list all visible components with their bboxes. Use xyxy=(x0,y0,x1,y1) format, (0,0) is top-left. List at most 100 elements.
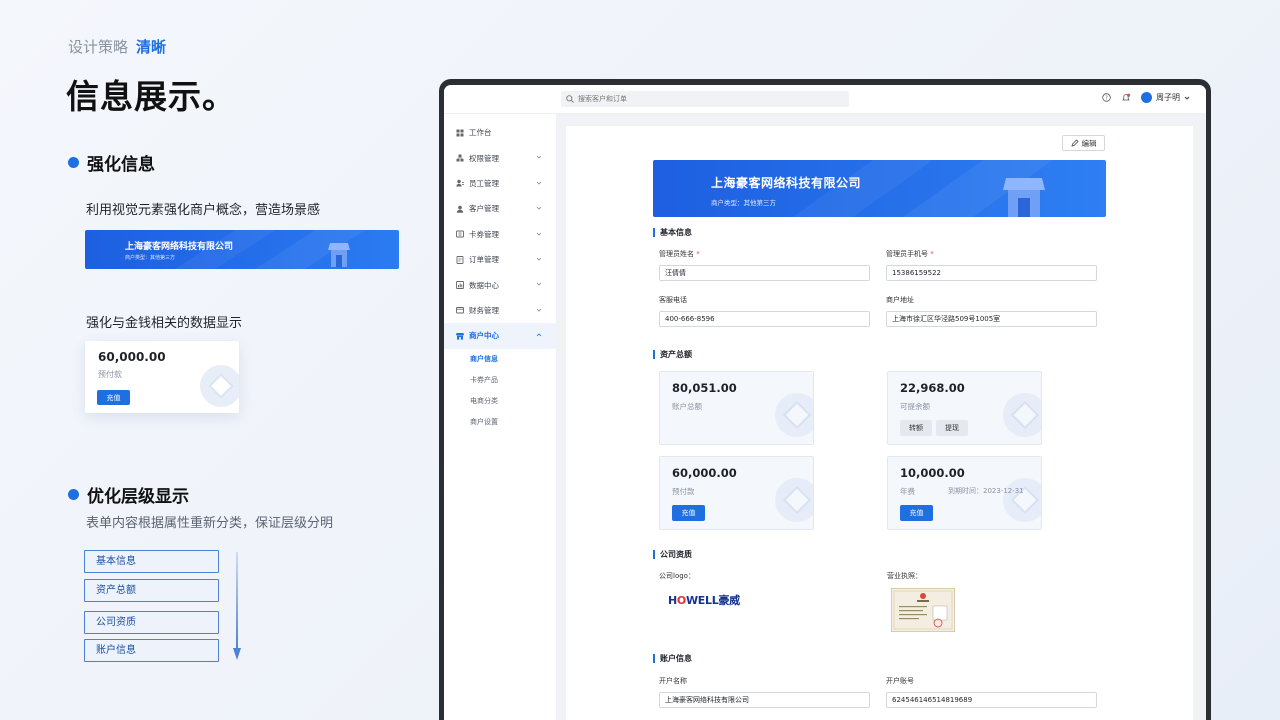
sidebar-item-label: 商户中心 xyxy=(469,331,499,341)
merchant-banner: 上海豪客网络科技有限公司 商户类型：其他第三方 xyxy=(653,160,1106,217)
user-menu[interactable]: 周子明 xyxy=(1141,92,1190,103)
edit-label: 编辑 xyxy=(1081,138,1097,148)
mini-card-label: 预付款 xyxy=(98,370,122,379)
data-icon xyxy=(456,281,464,289)
transfer-button[interactable]: 转额 xyxy=(900,420,932,436)
chevron-down-icon xyxy=(536,257,542,261)
withdraw-button[interactable]: 提现 xyxy=(936,420,968,436)
account-name-field[interactable]: 上海豪客网络科技有限公司 xyxy=(659,692,870,708)
sidebar-item-finance[interactable]: 财务管理 xyxy=(444,298,556,323)
topbar-right: ? 周子明 xyxy=(1102,92,1190,103)
chevron-down-icon xyxy=(536,156,542,159)
chevron-down-icon xyxy=(536,232,542,236)
diamond-watermark-icon xyxy=(775,478,813,522)
mini-recharge-button[interactable]: 充值 xyxy=(97,390,130,405)
merchant-name: 上海豪客网络科技有限公司 xyxy=(711,176,862,190)
merchant-type: 商户类型：其他第三方 xyxy=(711,199,776,207)
logo-letter: H xyxy=(668,594,677,607)
sidebar-item-data[interactable]: 数据中心 xyxy=(444,272,556,297)
sidebar-item-label: 数据中心 xyxy=(469,280,499,290)
asset-label: 预付款 xyxy=(672,487,695,496)
coupon-icon xyxy=(456,230,464,238)
label-text: 管理员姓名 xyxy=(659,250,694,258)
bell-icon[interactable] xyxy=(1121,93,1131,103)
admin-name-label: 管理员姓名 * xyxy=(659,249,700,259)
sidebar-subitem-coupon-product[interactable]: 卡券产品 xyxy=(444,370,556,391)
permission-icon xyxy=(456,154,464,162)
edit-button[interactable]: 编辑 xyxy=(1062,135,1105,151)
asset-label: 年费 xyxy=(900,487,915,496)
address-label: 商户地址 xyxy=(886,296,914,304)
section-title-text: 优化层级显示 xyxy=(87,487,189,507)
asset-value: 80,051.00 xyxy=(672,381,737,395)
kicker-text: 设计策略 xyxy=(68,38,129,56)
order-icon xyxy=(456,255,464,264)
chevron-down-icon xyxy=(536,283,542,286)
avatar xyxy=(1141,92,1152,103)
sidebar-subitem-ecommerce-category[interactable]: 电商分类 xyxy=(444,391,556,412)
mini-prepaid-card: 60,000.00 预付款 充值 xyxy=(85,341,239,413)
mini-banner-name: 上海豪客网络科技有限公司 xyxy=(125,242,234,252)
sidebar-item-workbench[interactable]: 工作台 xyxy=(444,120,556,145)
bullet-dot xyxy=(68,489,79,500)
annual-recharge-button[interactable]: 充值 xyxy=(900,505,933,521)
slide-headline: 信息展示。 xyxy=(66,77,236,116)
required-mark: * xyxy=(928,250,934,258)
sidebar-item-label: 订单管理 xyxy=(469,255,499,265)
merchant-info-panel: 编辑 上海豪客网络科技有限公司 商户类型：其他第三方 基本信息 管理员姓名 * … xyxy=(566,126,1193,720)
customer-icon xyxy=(456,205,464,213)
business-license-image[interactable] xyxy=(891,588,955,632)
account-name-label: 开户名称 xyxy=(659,677,687,685)
bullet-dot xyxy=(68,157,79,168)
diamond-watermark-icon xyxy=(200,365,239,407)
shop-icon xyxy=(328,243,350,267)
logo-rest: WELL豪威 xyxy=(685,594,740,607)
search-box[interactable] xyxy=(561,91,849,107)
asset-card-withdrawable: 22,968.00 可提余额 转额 提现 xyxy=(887,371,1042,445)
chevron-down-icon xyxy=(1184,96,1190,100)
svg-text:?: ? xyxy=(1105,95,1108,101)
diamond-watermark-icon xyxy=(775,393,813,437)
section-basic-title: 基本信息 xyxy=(653,227,692,238)
asset-card-annual-fee: 10,000.00 年费 到期时间：2023-12-31 充值 xyxy=(887,456,1042,530)
address-field[interactable]: 上海市徐汇区华泾路509号1005室 xyxy=(886,311,1097,327)
sidebar-item-staff[interactable]: 员工管理 xyxy=(444,171,556,196)
sidebar-item-label: 员工管理 xyxy=(469,178,499,188)
company-logo: HOWELL豪威 xyxy=(668,592,740,608)
admin-phone-field[interactable]: 15386159522 xyxy=(886,265,1097,281)
asset-value: 22,968.00 xyxy=(900,381,965,395)
section-strengthen-title: 强化信息 xyxy=(68,150,155,175)
search-input[interactable] xyxy=(578,95,828,103)
sidebar-item-order[interactable]: 订单管理 xyxy=(444,247,556,272)
sidebar-subitem-merchant-info[interactable]: 商户信息 xyxy=(444,349,556,370)
section-title-text: 强化信息 xyxy=(87,155,155,175)
merchant-icon xyxy=(456,332,464,340)
sidebar-item-label: 卡券管理 xyxy=(469,229,499,239)
sidebar-item-coupon[interactable]: 卡券管理 xyxy=(444,222,556,247)
chevron-down-icon xyxy=(536,206,542,210)
account-number-field[interactable]: 624546146514819689 xyxy=(886,692,1097,708)
chevron-down-icon xyxy=(536,308,542,312)
hierarchy-tag-basic: 基本信息 xyxy=(84,550,219,573)
service-phone-label: 客服电话 xyxy=(659,296,687,304)
pencil-icon xyxy=(1071,139,1078,147)
device-frame: ? 周子明 工作台 权限管理 员工管理 xyxy=(439,79,1211,720)
admin-name-field[interactable]: 汪倩倩 xyxy=(659,265,870,281)
sidebar-item-permission[interactable]: 权限管理 xyxy=(444,145,556,170)
main-content: 编辑 上海豪客网络科技有限公司 商户类型：其他第三方 基本信息 管理员姓名 * … xyxy=(556,114,1206,720)
section-desc-money: 强化与金钱相关的数据显示 xyxy=(86,316,243,331)
sidebar-item-customer[interactable]: 客户管理 xyxy=(444,196,556,221)
dashboard-icon xyxy=(456,129,464,137)
hierarchy-tag-qualification: 公司资质 xyxy=(84,611,219,634)
asset-label: 账户总额 xyxy=(672,402,702,411)
sidebar-item-merchant[interactable]: 商户中心 xyxy=(444,323,556,349)
service-phone-field[interactable]: 400-666-8596 xyxy=(659,311,870,327)
required-mark: * xyxy=(694,250,700,258)
sidebar-subitem-merchant-settings[interactable]: 商户设置 xyxy=(444,412,556,433)
help-icon[interactable]: ? xyxy=(1102,93,1111,102)
recharge-button[interactable]: 充值 xyxy=(672,505,705,521)
section-hierarchy-title: 优化层级显示 xyxy=(68,482,189,507)
mini-merchant-banner: 上海豪客网络科技有限公司 商户类型：其他第三方 xyxy=(85,230,399,269)
app-sidebar: 工作台 权限管理 员工管理 客户管理 卡券管理 订单管理 数据中心 财务管理 商… xyxy=(444,114,556,720)
logo-letter-o: O xyxy=(676,594,686,607)
